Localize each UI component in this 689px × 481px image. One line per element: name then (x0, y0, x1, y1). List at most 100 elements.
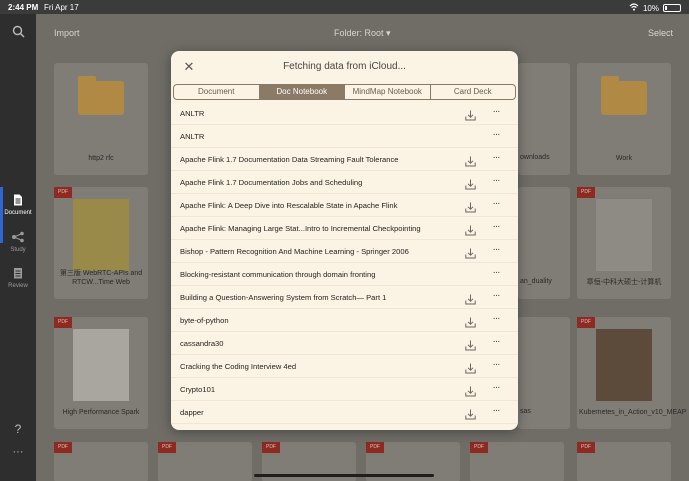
tab-card-deck[interactable]: Card Deck (431, 85, 516, 99)
list-item-label: Bishop - Pattern Recognition And Machine… (180, 247, 409, 256)
download-icon[interactable] (465, 108, 476, 121)
more-options-icon[interactable]: ··· (489, 337, 503, 349)
tab-document[interactable]: Document (174, 85, 260, 99)
pdf-badge: PDF (577, 187, 595, 198)
more-icon: ··· (12, 446, 24, 458)
more-options-icon[interactable]: ··· (489, 291, 503, 303)
download-icon[interactable] (465, 177, 476, 190)
list-item-label: byte-of-python (180, 316, 229, 325)
pdf-tile[interactable]: PDF High Performance Spark (54, 317, 148, 429)
select-button[interactable]: Select (648, 28, 673, 38)
list-item[interactable]: Crypto101 ··· (171, 378, 518, 401)
tile-label: 章恒-中科大硕士-计算机 (586, 279, 662, 286)
folder-selector[interactable]: Folder: Root ▾ (334, 28, 391, 39)
download-icon[interactable] (465, 292, 476, 305)
list-item[interactable]: byte-of-python ··· (171, 309, 518, 332)
list-item[interactable]: ANLTR ··· (171, 102, 518, 125)
list-item[interactable]: Blocking-resistant communication through… (171, 263, 518, 286)
list-item[interactable]: ANLTR ··· (171, 125, 518, 148)
sidebar-item-study[interactable]: Study (0, 231, 36, 253)
list-item-label: Apache Flink 1.7 Documentation Data Stre… (180, 155, 399, 164)
download-icon[interactable] (465, 338, 476, 351)
battery-icon (663, 4, 681, 12)
list-item[interactable]: Apache Flink 1.7 Documentation Data Stre… (171, 148, 518, 171)
list-item[interactable]: Cracking the Coding Interview 4ed ··· (171, 355, 518, 378)
notebook-list: ANLTR ··· ANLTR ··· Apache Flink 1.7 Documen… (171, 102, 518, 424)
list-item[interactable]: cassandra30 ··· (171, 332, 518, 355)
sidebar-item-review[interactable]: Review (0, 267, 36, 289)
more-options-icon[interactable]: ··· (489, 176, 503, 188)
list-item[interactable]: Apache Flink: Managing Large Stat...Intr… (171, 217, 518, 240)
download-icon[interactable] (465, 361, 476, 374)
import-button[interactable]: Import (54, 28, 80, 38)
pdf-tile[interactable]: sas (518, 317, 570, 429)
book-cover (73, 199, 129, 271)
download-icon[interactable] (465, 246, 476, 259)
dialog-header: ✕ Fetching data from iCloud... (171, 51, 518, 83)
document-icon (0, 194, 36, 209)
pdf-tile[interactable]: PDF (54, 442, 148, 481)
pdf-badge: PDF (54, 187, 72, 198)
list-item[interactable]: Apache Flink: A Deep Dive into Rescalabl… (171, 194, 518, 217)
list-item-label: Cracking the Coding Interview 4ed (180, 362, 297, 371)
wifi-icon (629, 3, 639, 13)
pdf-tile[interactable]: PDF 第三版 WebRTC-APIs and RTCW...Time Web (54, 187, 148, 299)
pdf-tile[interactable]: an_duality (518, 187, 570, 299)
more-options-icon[interactable]: ··· (489, 130, 503, 142)
download-icon[interactable] (465, 223, 476, 236)
book-cover (596, 199, 652, 271)
icloud-fetch-dialog: ✕ Fetching data from iCloud... Document … (171, 51, 518, 430)
folder-tile[interactable]: ownloads (518, 63, 570, 175)
help-button[interactable]: ? (0, 422, 36, 436)
more-options-icon[interactable]: ··· (489, 245, 503, 257)
list-item[interactable]: Bishop - Pattern Recognition And Machine… (171, 240, 518, 263)
list-item-label: cassandra30 (180, 339, 224, 348)
tab-mindmap-notebook[interactable]: MindMap Notebook (345, 85, 431, 99)
home-indicator[interactable] (254, 474, 434, 477)
folder-tile[interactable]: Work (577, 63, 671, 175)
pdf-tile[interactable]: PDF (158, 442, 252, 481)
pdf-badge: PDF (158, 442, 176, 453)
tile-label: Work (615, 155, 633, 162)
folder-icon (601, 76, 647, 115)
download-icon[interactable] (465, 315, 476, 328)
download-icon[interactable] (465, 154, 476, 167)
more-options-icon[interactable]: ··· (489, 360, 503, 372)
pdf-badge: PDF (54, 317, 72, 328)
pdf-tile[interactable]: PDF 章恒-中科大硕士-计算机 (577, 187, 671, 299)
top-toolbar: Import Folder: Root ▾ Select (36, 14, 689, 50)
list-item[interactable]: Apache Flink 1.7 Documentation Jobs and … (171, 171, 518, 194)
pdf-tile[interactable]: PDF (470, 442, 564, 481)
tab-doc-notebook[interactable]: Doc Notebook (259, 85, 345, 99)
more-options-icon[interactable]: ··· (489, 406, 503, 418)
search-icon (12, 25, 25, 40)
search-button[interactable] (0, 25, 36, 40)
list-item[interactable]: Building a Question-Answering System fro… (171, 286, 518, 309)
more-options-icon[interactable]: ··· (489, 153, 503, 165)
more-options-icon[interactable]: ··· (489, 222, 503, 234)
list-item-label: Apache Flink: Managing Large Stat...Intr… (180, 224, 421, 233)
more-options-icon[interactable]: ··· (489, 107, 503, 119)
pdf-tile[interactable]: PDF Kubernetes_in_Action_v10_MEAP (577, 317, 686, 429)
list-item[interactable]: dapper ··· (171, 401, 518, 424)
download-icon[interactable] (465, 384, 476, 397)
more-button[interactable]: ··· (0, 446, 36, 458)
battery-percent: 10% (642, 3, 659, 13)
more-options-icon[interactable]: ··· (489, 268, 503, 280)
tile-label: sas (520, 408, 531, 415)
help-icon: ? (14, 422, 22, 436)
study-icon (0, 231, 36, 246)
more-options-icon[interactable]: ··· (489, 314, 503, 326)
pdf-tile[interactable]: PDF (577, 442, 671, 481)
pdf-badge: PDF (577, 317, 595, 328)
more-options-icon[interactable]: ··· (489, 199, 503, 211)
download-icon[interactable] (465, 200, 476, 213)
sidebar: Document Study Review ? ··· (0, 14, 36, 481)
list-item-label: Apache Flink: A Deep Dive into Rescalabl… (180, 201, 398, 210)
more-options-icon[interactable]: ··· (489, 383, 503, 395)
download-icon[interactable] (465, 407, 476, 420)
pdf-badge: PDF (54, 442, 72, 453)
sidebar-item-label: Study (10, 247, 26, 253)
folder-tile[interactable]: http2 rfc (54, 63, 148, 175)
sidebar-item-document[interactable]: Document (0, 194, 36, 216)
